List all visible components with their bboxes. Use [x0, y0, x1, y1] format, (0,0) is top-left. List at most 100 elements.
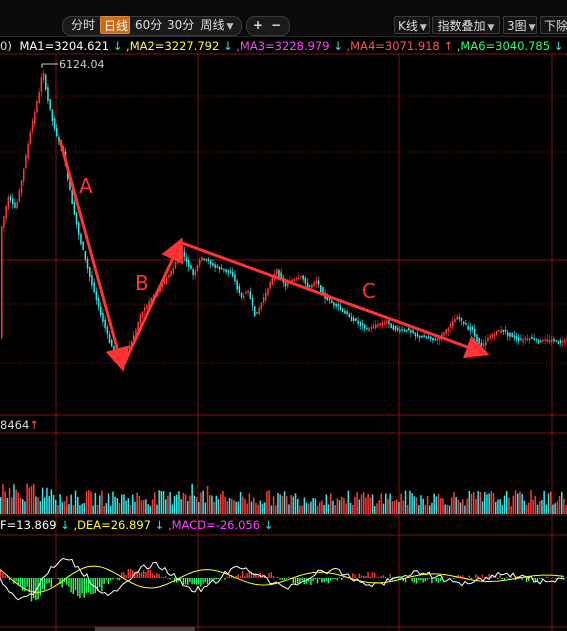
volume-bar: [345, 503, 347, 514]
kline-chart[interactable]: 6124.04 A B C: [0, 0, 567, 631]
candle-body: [337, 304, 340, 307]
dif-value: F=13.869: [0, 518, 57, 532]
macd-bar: [127, 569, 129, 578]
volume-bar: [242, 496, 244, 514]
volume-bar: [272, 496, 275, 514]
candle-body: [480, 342, 483, 347]
candle-body: [49, 98, 51, 110]
volume-bar: [283, 491, 286, 514]
candle-body: [540, 340, 542, 343]
candle-body: [493, 333, 496, 337]
candle-body: [56, 128, 58, 136]
volume-bar: [363, 492, 365, 514]
macd-bar: [547, 577, 550, 578]
macd-bar: [233, 578, 235, 579]
candle-body: [295, 277, 298, 280]
volume-bar: [46, 487, 48, 514]
macd-bar: [140, 572, 143, 578]
volume-bar: [39, 501, 42, 514]
volume-bar: [228, 498, 231, 514]
volume-bar: [297, 498, 299, 514]
candle-body: [445, 329, 447, 335]
volume-bar: [288, 504, 290, 514]
macd-bar: [2, 573, 4, 578]
candle-body: [185, 257, 188, 263]
candle-body: [40, 77, 43, 92]
candle-body: [500, 329, 502, 334]
volume-bar: [418, 505, 420, 514]
volume-bar: [512, 495, 515, 514]
candle-body: [95, 291, 98, 301]
macd-bar: [79, 578, 81, 599]
volume-bar: [349, 502, 352, 514]
candle-body: [474, 329, 476, 337]
volume-bar: [528, 502, 530, 514]
candle-body: [546, 339, 549, 342]
candle-body: [551, 339, 553, 343]
volume-bar: [415, 497, 418, 514]
macd-bar: [301, 578, 303, 581]
macd-bar: [418, 578, 420, 581]
macd-bar: [129, 568, 132, 578]
volume-bar: [209, 494, 211, 514]
macd-bar: [15, 578, 17, 582]
candle-body: [177, 256, 179, 264]
candle-body: [84, 250, 87, 260]
candle-body: [106, 326, 109, 334]
candle-body: [256, 312, 258, 314]
volume-bar: [189, 495, 191, 514]
volume-bar: [407, 504, 409, 514]
macd-bar: [77, 578, 79, 596]
candle-body: [188, 260, 190, 267]
candle-body: [269, 281, 271, 289]
volume-bar: [506, 491, 508, 514]
macd-bar: [440, 578, 442, 581]
volume-bar: [178, 491, 180, 514]
macd-bar: [545, 576, 547, 578]
volume-bar: [305, 502, 308, 514]
volume-bar: [374, 505, 376, 514]
macd-bar: [0, 570, 2, 578]
candle-body: [3, 216, 5, 228]
volume-bar: [176, 494, 178, 514]
macd-bar: [167, 578, 169, 579]
candle-body: [449, 323, 452, 328]
volume-bar: [125, 500, 127, 514]
candle-body: [276, 269, 278, 276]
macd-bar: [314, 578, 316, 580]
macd-bar: [358, 573, 360, 578]
macd-bar: [156, 572, 158, 578]
volume-bar: [424, 504, 427, 514]
candle-body: [537, 339, 540, 344]
volume-bar: [321, 500, 323, 514]
wave-annotations: [58, 139, 490, 372]
volume-bar: [508, 497, 510, 514]
volume-bar: [99, 495, 101, 514]
candle-body: [522, 339, 524, 343]
volume-bar: [455, 496, 457, 514]
volume-bar: [15, 489, 17, 514]
volume-bar: [41, 487, 44, 514]
macd-bar: [204, 578, 206, 583]
candle-body: [377, 324, 379, 327]
candle-body: [529, 338, 531, 341]
candle-body: [405, 329, 408, 332]
macd-bar: [310, 578, 312, 585]
volume-bar: [105, 503, 108, 514]
volume-bar: [420, 495, 422, 514]
candle-body: [36, 101, 38, 113]
volume-bar: [79, 505, 81, 514]
dif-arrow: ↓: [60, 518, 70, 532]
candle-body: [139, 314, 142, 324]
candle-body: [210, 260, 212, 265]
candle-body: [14, 202, 16, 208]
volume-bar: [369, 497, 372, 514]
volume-bar: [558, 495, 561, 514]
volume-bar: [182, 492, 185, 514]
candle-body: [238, 286, 241, 293]
candle-body: [509, 332, 511, 337]
macd-bar: [200, 578, 202, 587]
volume-bar: [140, 500, 143, 514]
volume-bar: [160, 491, 163, 514]
volume-bar: [532, 499, 534, 514]
